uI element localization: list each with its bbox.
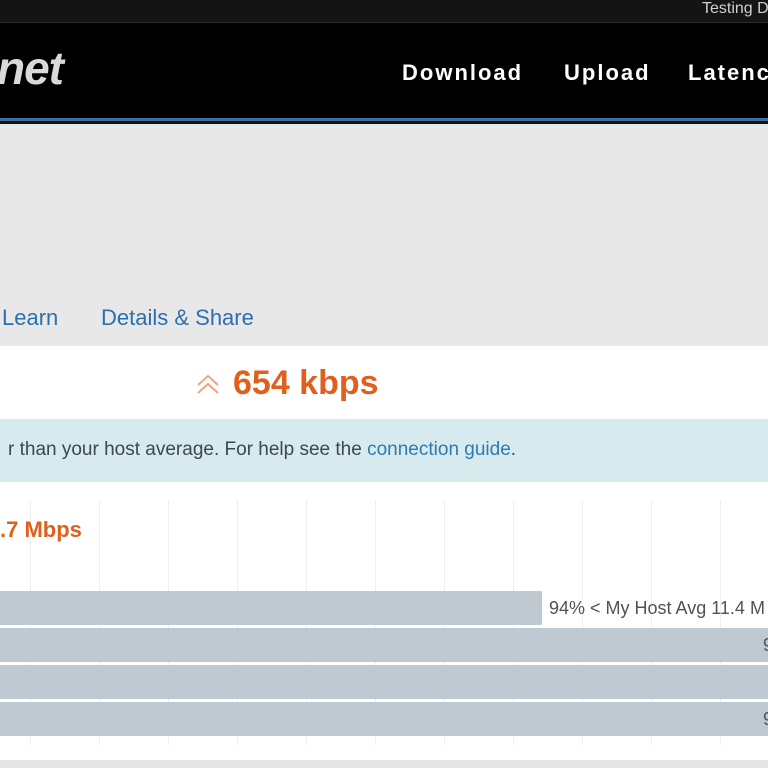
bar-label-host-avg: 94% < My Host Avg 11.4 M (549, 598, 765, 618)
connection-guide-link[interactable]: connection guide (367, 439, 511, 460)
upload-arrow-icon (197, 374, 219, 394)
nav-download[interactable]: Download (402, 60, 523, 86)
nav-upload[interactable]: Upload (564, 60, 651, 86)
bottom-divider (0, 760, 768, 768)
testing-status-text: Testing D (702, 0, 768, 17)
upload-speed-value: 654 kbps (233, 364, 379, 402)
comparison-bar (0, 628, 768, 662)
comparison-bar-host-avg (0, 591, 542, 625)
comparison-bar (0, 665, 768, 699)
info-suffix: . (510, 439, 517, 460)
tab-learn[interactable]: Learn (2, 305, 58, 331)
bar-label: 9 (763, 702, 768, 736)
download-speed-value: .7 Mbps (0, 517, 82, 542)
top-status-bar (0, 0, 768, 23)
info-text: r than your host average. For help see t… (8, 439, 368, 460)
nav-latency[interactable]: Latenc (688, 60, 768, 86)
tab-details-share[interactable]: Details & Share (101, 305, 254, 331)
comparison-bar (0, 702, 768, 736)
bar-label: 9 (763, 628, 768, 662)
site-logo[interactable]: net (0, 43, 64, 93)
info-message: r than your host average. For help see t… (8, 439, 516, 461)
site-header (0, 23, 768, 118)
